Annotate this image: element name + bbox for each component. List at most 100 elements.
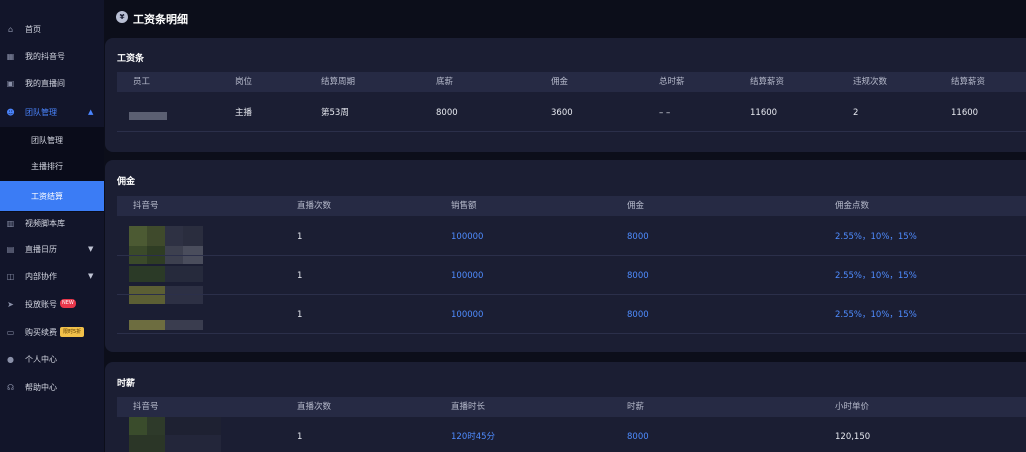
salary-card-title: 工资条	[117, 54, 145, 64]
sidebar-item-label: 首页	[25, 24, 41, 34]
blurred-name	[129, 112, 167, 120]
table-cell: 1	[297, 310, 303, 320]
commission-card: 佣金 抖音号 直播次数 销售额 佣金 佣金点数 1 100000 8000 2.…	[105, 160, 1026, 352]
column-header: 直播次数	[297, 402, 332, 412]
page-header: ¥ 工资条明细	[104, 0, 1026, 36]
sidebar-item-team[interactable]: ☻ 团队管理 ▲	[0, 101, 104, 123]
column-header: 小时单价	[835, 402, 870, 412]
chevron-up-icon: ▲	[88, 108, 94, 116]
table-cell: 第53周	[321, 108, 349, 118]
hourly-card: 时薪 抖音号 直播次数 直播时长 时薪 小时单价 1 120时45分 8000 …	[105, 362, 1026, 452]
table-cell: 11600	[750, 108, 778, 118]
table-row: 1 100000 8000 2.55%，10%，15%	[117, 218, 1026, 256]
live-icon: ▣	[6, 78, 15, 88]
table-row: 1 100000 8000 2.55%，10%，15%	[117, 257, 1026, 295]
submenu-item-label: 主播排行	[31, 161, 63, 171]
table-cell: 120,150	[835, 432, 871, 442]
sidebar-item-label: 投放账号	[25, 299, 57, 309]
commission-card-title: 佣金	[117, 177, 136, 187]
hourly-card-title: 时薪	[117, 379, 136, 389]
sidebar-item-label: 帮助中心	[25, 382, 57, 392]
team-icon: ☻	[6, 107, 15, 117]
submenu-item-salary-settlement[interactable]: 工资结算	[0, 181, 104, 211]
table-row: 1 100000 8000 2.55%，10%，15%	[117, 296, 1026, 334]
column-header: 抖音号	[133, 201, 159, 211]
team-submenu: 团队管理 主播排行 工资结算	[0, 127, 104, 212]
column-header: 违规次数	[853, 77, 888, 87]
column-header: 结算薪资	[951, 77, 986, 87]
sidebar-item-label: 团队管理	[25, 107, 57, 117]
table-row: 1 120时45分 8000 120,150	[117, 418, 1026, 452]
column-header: 佣金点数	[835, 201, 870, 211]
commission-table-header: 抖音号 直播次数 销售额 佣金 佣金点数	[117, 196, 1026, 216]
column-header: 佣金	[551, 77, 569, 87]
sidebar-item-my-live[interactable]: ▣ 我的直播间	[0, 72, 104, 94]
table-cell: 8000	[627, 432, 649, 442]
hourly-table-header: 抖音号 直播次数 直播时长 时薪 小时单价	[117, 397, 1026, 417]
table-cell: 2.55%，10%，15%	[835, 232, 917, 242]
table-cell: 2.55%，10%，15%	[835, 271, 917, 281]
home-icon: ⌂	[7, 24, 14, 34]
chevron-down-icon: ▼	[88, 245, 94, 253]
table-row: 主播 第53周 8000 3600 – – 11600 2 11600	[117, 94, 1026, 132]
card-icon: ▭	[6, 327, 15, 337]
table-cell: 100000	[451, 232, 484, 242]
table-cell: 8000	[627, 310, 649, 320]
column-header: 直播次数	[297, 201, 332, 211]
chevron-down-icon: ▼	[88, 272, 94, 280]
sidebar-item-label: 我的直播间	[25, 78, 65, 88]
bar-icon: ▥	[6, 218, 15, 228]
sidebar-item-help[interactable]: ☊ 帮助中心	[0, 376, 104, 398]
sidebar-item-live-calendar[interactable]: ▤ 直播日历 ▼	[0, 238, 104, 260]
collab-icon: ◫	[6, 271, 15, 281]
calendar-icon: ▤	[6, 244, 15, 254]
column-header: 底薪	[436, 77, 454, 87]
salary-card: 工资条 员工 岗位 结算周期 底薪 佣金 总时薪 结算薪资 违规次数 结算薪资 …	[105, 38, 1026, 152]
column-header: 结算周期	[321, 77, 356, 87]
sidebar-item-my-douyin[interactable]: ▦ 我的抖音号	[0, 45, 104, 67]
page-title: 工资条明细	[133, 13, 188, 26]
column-header: 时薪	[627, 402, 645, 412]
sidebar-item-label: 我的抖音号	[25, 51, 65, 61]
submenu-item-anchor-ranking[interactable]: 主播排行	[0, 153, 104, 179]
column-header: 销售额	[451, 201, 477, 211]
table-cell: – –	[659, 108, 671, 118]
table-cell: 100000	[451, 271, 484, 281]
column-header: 结算薪资	[750, 77, 785, 87]
sidebar-item-ad-account[interactable]: ➤ 投放账号 NEW	[0, 293, 104, 315]
sidebar-item-profile[interactable]: ● 个人中心	[0, 348, 104, 370]
sidebar-item-label: 个人中心	[25, 354, 57, 364]
sidebar-item-label: 购买续费	[25, 327, 57, 337]
column-header: 佣金	[627, 201, 645, 211]
table-cell: 1	[297, 232, 303, 242]
salary-table-header: 员工 岗位 结算周期 底薪 佣金 总时薪 结算薪资 违规次数 结算薪资	[117, 72, 1026, 92]
submenu-item-team-management[interactable]: 团队管理	[0, 127, 104, 153]
table-cell: 1	[297, 432, 303, 442]
new-badge: NEW	[60, 299, 76, 308]
grid-icon: ▦	[6, 51, 15, 61]
send-icon: ➤	[7, 299, 14, 309]
sidebar-item-label: 内部协作	[25, 271, 57, 281]
table-cell: 11600	[951, 108, 979, 118]
help-icon: ☊	[6, 382, 15, 392]
column-header: 员工	[133, 77, 151, 87]
sidebar: ⌂ 首页 ▦ 我的抖音号 ▣ 我的直播间 ☻ 团队管理 ▲ 团队管理 主播排行 …	[0, 0, 104, 452]
sidebar-item-purchase[interactable]: ▭ 购买续费 限时5折	[0, 321, 104, 343]
table-cell: 主播	[235, 108, 253, 118]
column-header: 岗位	[235, 77, 253, 87]
table-cell: 2	[853, 108, 859, 118]
submenu-item-label: 工资结算	[31, 191, 63, 201]
submenu-item-label: 团队管理	[31, 135, 63, 145]
money-icon: ¥	[116, 11, 128, 23]
table-cell: 8000	[627, 232, 649, 242]
table-cell: 100000	[451, 310, 484, 320]
sidebar-item-collab[interactable]: ◫ 内部协作 ▼	[0, 265, 104, 287]
sidebar-item-label: 直播日历	[25, 244, 57, 254]
sidebar-item-video-script[interactable]: ▥ 视频脚本库	[0, 212, 104, 234]
table-cell: 8000	[627, 271, 649, 281]
sidebar-item-home[interactable]: ⌂ 首页	[0, 18, 104, 40]
table-cell: 8000	[436, 108, 458, 118]
table-cell: 120时45分	[451, 432, 496, 442]
sidebar-item-label: 视频脚本库	[25, 218, 65, 228]
column-header: 抖音号	[133, 402, 159, 412]
